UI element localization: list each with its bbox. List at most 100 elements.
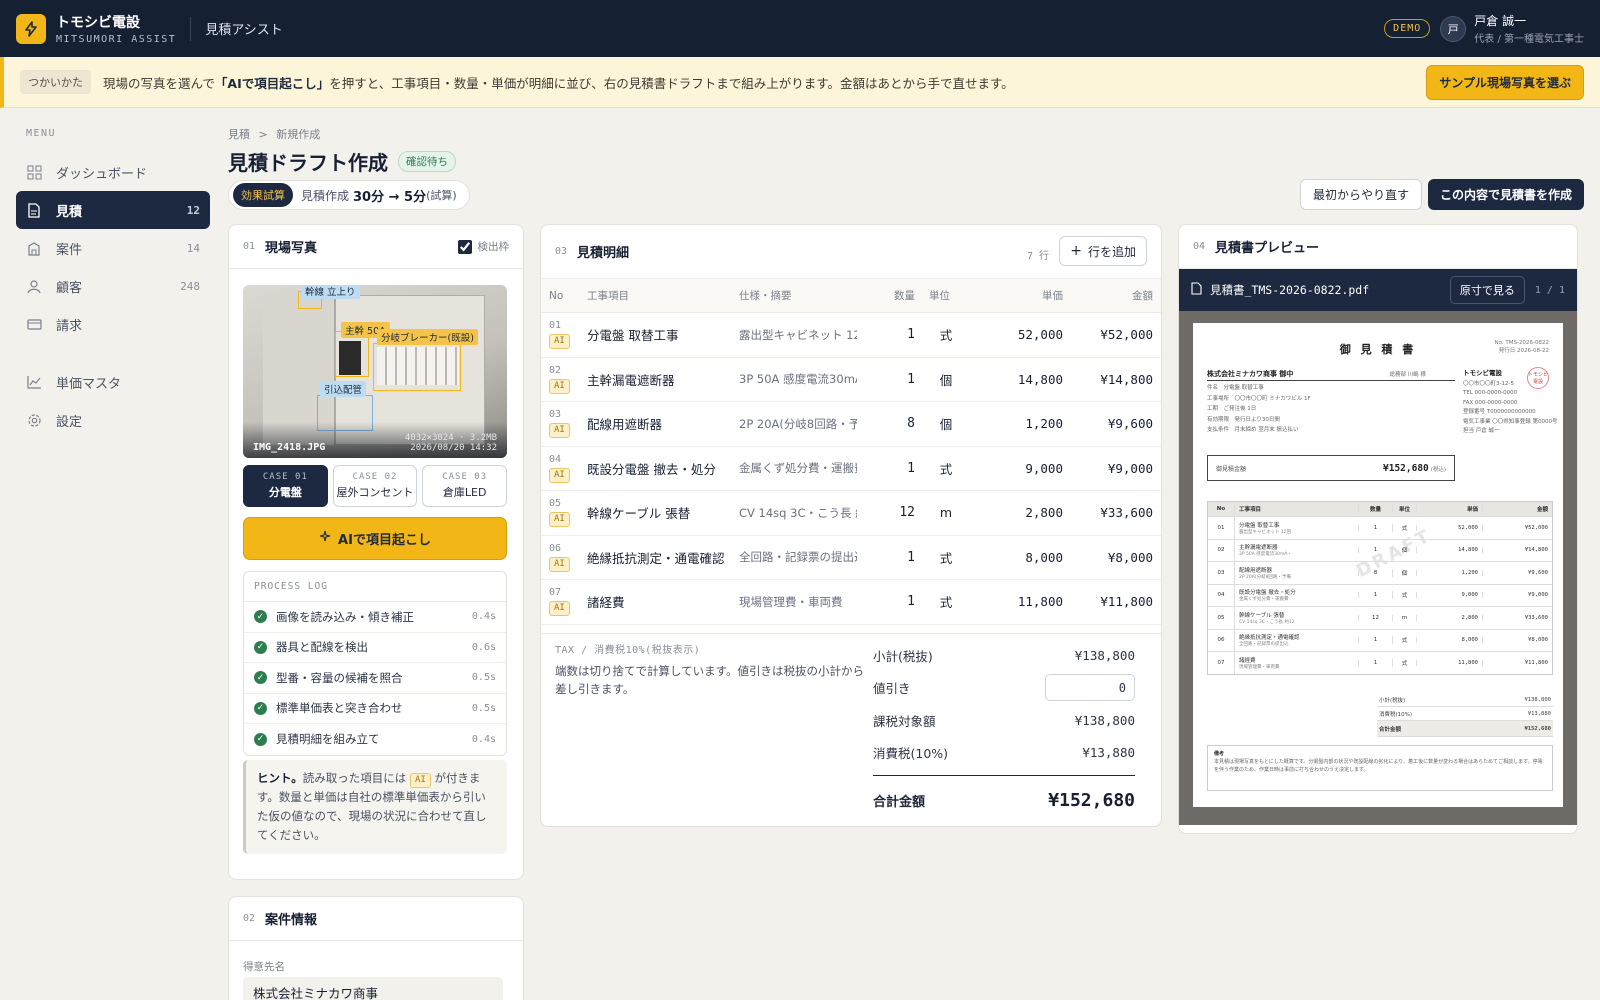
spec-cell[interactable]: CV 14sq 3C・こう長 約12 (727, 505, 857, 521)
ai-extract-button[interactable]: AIで項目起こし (243, 517, 507, 560)
item-cell[interactable]: 既設分電盤 撤去・処分 (581, 459, 727, 478)
log-row: ✓ 標準単価表と突き合わせ 0.5s (244, 694, 506, 724)
plus-icon: + (1070, 243, 1082, 259)
row-no-cell: 02 AI (541, 365, 581, 394)
card-number: 03 (555, 246, 568, 257)
detection-toggle[interactable]: 検出枠 (457, 239, 509, 254)
sidebar-item-estimates[interactable]: 見積 12 (16, 191, 210, 229)
sidebar-item-customers[interactable]: 顧客 248 (16, 267, 210, 305)
sidebar-item-label: 請求 (56, 318, 83, 334)
create-estimate-button[interactable]: この内容で見積書を作成 (1428, 179, 1585, 210)
qty-cell[interactable]: 1 (857, 550, 921, 565)
sidebar-item-projects[interactable]: 案件 14 (16, 229, 210, 267)
table-row[interactable]: 03 AI 配線用遮断器2P 20A(分岐8回路・予備8個1,200 ¥9,600 (541, 402, 1161, 447)
row-number: 01 (549, 320, 562, 332)
item-cell[interactable]: 諸経費 (581, 592, 727, 611)
sidebar-item-price-master[interactable]: 単価マスタ (16, 363, 210, 401)
photo-card-header: 01 現場写真 検出枠 (229, 225, 523, 269)
unit-cell[interactable]: 式 (921, 592, 971, 611)
spec-cell[interactable]: 3P 50A 感度電流30mA・ (727, 371, 857, 387)
ai-chip: AI (549, 378, 570, 394)
price-cell[interactable]: 1,200 (971, 416, 1063, 431)
unit-cell[interactable]: m (921, 505, 971, 520)
case-button-03[interactable]: CASE 03 倉庫LED (422, 465, 508, 507)
doc-table-row: 01 分電盤 取替工事 露出型キャビネット 12回 1 式 52,000 ¥52,000 (1208, 516, 1552, 539)
row-count: 7 行 (1026, 251, 1049, 262)
restart-button[interactable]: 最初からやり直す (1300, 179, 1423, 210)
unit-cell[interactable]: 式 (921, 459, 971, 478)
amount-cell: ¥9,000 (1107, 460, 1153, 476)
sample-photo-button[interactable]: サンプル現場写真を選ぶ (1426, 64, 1584, 100)
qty-cell[interactable]: 1 (857, 372, 921, 387)
price-cell[interactable]: 9,000 (971, 461, 1063, 476)
photo-filename: IMG_2418.JPG (253, 442, 326, 453)
process-log: PROCESS LOG ✓ 画像を読み込み・傾き補正 0.4s ✓ 器具と配線を検出 0… (243, 571, 507, 756)
total-value: ¥152,680 (1048, 789, 1135, 811)
table-row[interactable]: 05 AI 幹線ケーブル 張替CV 14sq 3C・こう長 約1212m2,800 ¥… (541, 491, 1161, 536)
estimate-document[interactable]: 御 見 積 書 No. TMS-2026-0822 発行日 2026-08-22 … (1193, 323, 1563, 807)
spec-cell[interactable]: 2P 20A(分岐8回路・予備 (727, 416, 857, 432)
price-cell[interactable]: 8,000 (971, 550, 1063, 565)
preview-card: 04 見積書プレビュー 見積書_TMS-2026-0822.pdf 原寸で見る … (1178, 224, 1578, 834)
site-photo[interactable]: 幹線 立上り 主幹 50A 分岐ブレーカー(既設) 引込配管 IMG_2418.… (243, 285, 507, 458)
avatar[interactable]: 戸 (1440, 15, 1467, 42)
doc-row-qty: 1 (1358, 524, 1392, 531)
doc-row-item: 幹線ケーブル 張替 CV 14sq 3C・こう長 約12 (1234, 607, 1358, 629)
table-row[interactable]: 04 AI 既設分電盤 撤去・処分 金属くず処分費・運搬費 1 式 9,000 ¥9,000 (541, 447, 1161, 491)
doc-amount: ¥152,680 (1383, 462, 1429, 474)
item-cell[interactable]: 配線用遮断器 (581, 414, 727, 433)
discount-input[interactable]: 0 (1045, 674, 1135, 702)
table-row[interactable]: 07 AI 諸経費 現場管理費・車両費 1 式 11,800 ¥11,800 (541, 580, 1161, 625)
detection-checkbox[interactable] (457, 239, 472, 254)
full-size-button[interactable]: 原寸で見る (1449, 276, 1525, 304)
spec-cell[interactable]: 露出型キャビネット 12回 (727, 327, 857, 343)
unit-cell[interactable]: 式 (921, 548, 971, 567)
case-button-02[interactable]: CASE 02 屋外コンセント (332, 465, 418, 507)
spec-cell[interactable]: 全回路・記録票の提出込 (727, 549, 857, 565)
item-cell[interactable]: 分電盤 取替工事 (581, 325, 727, 344)
unit-cell[interactable]: 式 (921, 325, 971, 344)
qty-cell[interactable]: 12 (857, 505, 921, 520)
spec-cell[interactable]: 現場管理費・車両費 (727, 594, 857, 610)
qty-cell[interactable]: 1 (857, 327, 921, 342)
sidebar-item-label: 設定 (56, 414, 83, 430)
table-row[interactable]: 02 AI 主幹漏電遮断器3P 50A 感度電流30mA・1個14,800 ¥14,8… (541, 358, 1161, 402)
column-header: 単位 (929, 290, 950, 302)
effect-value: 30分 → 5分 (353, 189, 427, 205)
unit-cell[interactable]: 個 (921, 370, 971, 389)
subtotal-value: ¥138,800 (1074, 647, 1135, 663)
total-label: 合計金額 (873, 794, 926, 810)
qty-cell[interactable]: 8 (857, 416, 921, 431)
column-header: 工事項目 (587, 290, 629, 302)
price-cell[interactable]: 52,000 (971, 327, 1063, 342)
user-info[interactable]: 戸倉 誠一 代表 / 第一種電気工事士 (1474, 12, 1584, 45)
client-name-field[interactable]: 株式会社ミナカワ商事 (243, 977, 503, 1000)
doc-column-header: 単位 (1392, 505, 1416, 513)
price-cell[interactable]: 11,800 (971, 594, 1063, 609)
table-row[interactable]: 06 AI 絶縁抵抗測定・通電確認 全回路・記録票の提出込 1 式 8,000 ¥8,000 (541, 536, 1161, 580)
breadcrumb-root[interactable]: 見積 (228, 128, 250, 141)
sidebar-item-invoices[interactable]: 請求 (16, 305, 210, 343)
sidebar-item-settings[interactable]: 設定 (16, 401, 210, 439)
add-row-button[interactable]: + 行を追加 (1059, 236, 1147, 266)
gear-icon (26, 412, 42, 428)
qty-cell[interactable]: 1 (857, 594, 921, 609)
lightning-logo-icon[interactable] (16, 13, 46, 44)
ai-chip: AI (549, 556, 570, 572)
grand-total-row: 合計金額 ¥152,680 (873, 776, 1135, 824)
doc-row-unit: 個 (1392, 546, 1416, 555)
ai-chip: AI (549, 423, 570, 439)
ai-extract-label: AIで項目起こし (338, 533, 431, 548)
sidebar-item-dashboard[interactable]: ダッシュボード (16, 153, 210, 191)
item-cell[interactable]: 幹線ケーブル 張替 (581, 503, 727, 522)
qty-cell[interactable]: 1 (857, 461, 921, 476)
spec-cell[interactable]: 金属くず処分費・運搬費 (727, 460, 857, 476)
doc-row-no: 06 (1217, 637, 1225, 644)
item-cell[interactable]: 主幹漏電遮断器 (581, 370, 727, 389)
price-cell[interactable]: 2,800 (971, 505, 1063, 520)
table-row[interactable]: 01 AI 分電盤 取替工事露出型キャビネット 12回1式52,000 ¥52,000 (541, 313, 1161, 358)
unit-cell[interactable]: 個 (921, 414, 971, 433)
case-button-01[interactable]: CASE 01 分電盤 (243, 465, 328, 507)
item-cell[interactable]: 絶縁抵抗測定・通電確認 (581, 548, 727, 567)
price-cell[interactable]: 14,800 (971, 372, 1063, 387)
